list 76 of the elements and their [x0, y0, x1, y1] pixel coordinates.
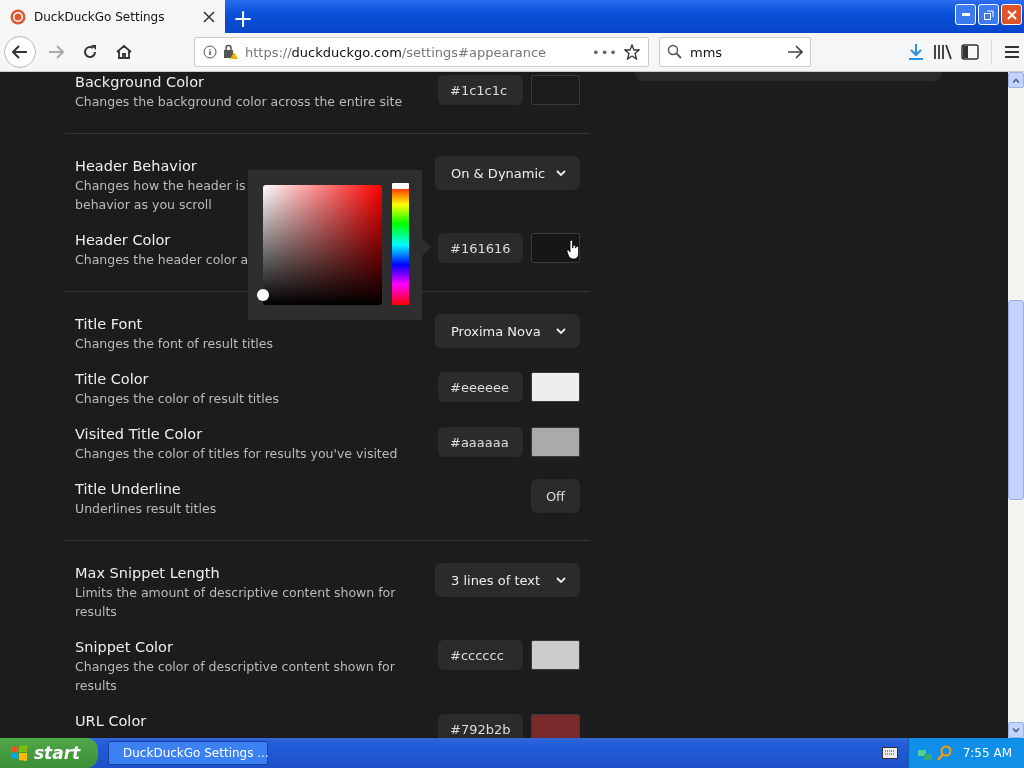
setting-title: Title Color — [75, 370, 150, 389]
download-icon[interactable] — [907, 43, 925, 61]
color-swatch[interactable] — [531, 640, 580, 670]
color-hex-field[interactable]: #161616 — [438, 233, 523, 263]
saturation-gradient[interactable] — [263, 185, 382, 305]
color-hex-field[interactable]: #792b2b — [438, 714, 523, 738]
chevron-down-icon — [556, 328, 566, 334]
minimize-icon — [961, 13, 970, 16]
search-icon — [667, 44, 682, 59]
sidebar-icon[interactable] — [961, 44, 979, 60]
page-actions-button[interactable]: ••• — [592, 44, 618, 60]
color-hex-field[interactable]: #1c1c1c — [438, 75, 523, 105]
color-swatch[interactable] — [531, 372, 580, 402]
lock-warning-icon[interactable] — [223, 44, 239, 60]
close-icon — [1006, 9, 1017, 20]
close-window-button[interactable] — [1001, 4, 1022, 25]
color-swatch[interactable] — [531, 75, 580, 105]
menu-icon[interactable] — [1004, 45, 1020, 59]
address-bar[interactable]: https://duckduckgo.com/settings#appearance ••• — [194, 37, 649, 67]
color-hex-field[interactable]: #cccccc — [438, 640, 523, 670]
setting-title: Header Behavior — [75, 157, 198, 176]
chevron-down-icon — [556, 170, 566, 176]
chevron-up-icon[interactable] — [1012, 77, 1020, 83]
library-icon[interactable] — [933, 44, 953, 60]
new-tab-button[interactable]: + — [229, 5, 257, 33]
setting-title: Max Snippet Length — [75, 564, 221, 583]
setting-description: Underlines result titles — [75, 500, 217, 518]
arrow-left-icon — [12, 45, 28, 59]
setting-description: Changes the font of result titles — [75, 335, 273, 353]
setting-title: URL Color — [75, 712, 147, 731]
windows-flag-icon — [10, 745, 28, 761]
setting-title: Background Color — [75, 73, 205, 92]
color-hex-field[interactable]: #aaaaaa — [438, 427, 523, 457]
setting-title: Header Color — [75, 231, 172, 250]
minimize-button[interactable] — [955, 4, 976, 25]
scrollbar[interactable] — [1008, 72, 1024, 738]
setting-title: Snippet Color — [75, 638, 174, 657]
setting-description: Changes the color of descriptive content shown for results — [75, 658, 395, 695]
clock: 7:55 AM — [962, 746, 1012, 760]
color-swatch[interactable] — [531, 714, 580, 738]
chevron-down-icon — [556, 577, 566, 583]
tab-title: DuckDuckGo Settings — [34, 9, 166, 24]
setting-description: Changes the color of titles for results you've visited — [75, 445, 398, 463]
setting-title: Visited Title Color — [75, 425, 204, 444]
info-icon[interactable] — [203, 45, 217, 59]
setting-title: Title Underline — [75, 480, 182, 499]
restore-icon — [983, 9, 994, 20]
back-button[interactable] — [4, 36, 36, 68]
dropdown[interactable]: Proxima Nova — [435, 314, 580, 348]
keyboard-icon[interactable] — [881, 746, 898, 759]
reload-icon — [82, 44, 98, 60]
browser-tab[interactable]: DuckDuckGo Settings — [0, 0, 225, 33]
setting-description: Changes the background color across the entire site — [75, 93, 403, 111]
color-hex-field[interactable]: #eeeeee — [438, 372, 523, 402]
scrollbar-thumb[interactable] — [1008, 300, 1024, 500]
setting-description: Changes the color of result titles — [75, 390, 279, 408]
color-handle[interactable] — [257, 289, 269, 301]
hue-handle[interactable] — [392, 183, 409, 189]
close-icon[interactable] — [203, 10, 215, 23]
url-text: https://duckduckgo.com/settings#appearance — [245, 44, 548, 60]
star-icon[interactable] — [624, 44, 640, 60]
setting-description: Limits the amount of descriptive content shown for results — [75, 584, 396, 621]
setting-description: Changes the header color a — [75, 251, 249, 269]
setting-title: Title Font — [75, 315, 144, 334]
chevron-down-icon[interactable] — [1012, 727, 1020, 733]
setting-description: Changes how the header is behavior as you scroll — [75, 177, 246, 214]
toggle-button[interactable]: Off — [531, 479, 580, 513]
dropdown[interactable]: 3 lines of text — [435, 563, 580, 597]
taskbar-window-button[interactable]: DuckDuckGo Settings ... — [108, 741, 268, 765]
arrow-right-icon[interactable] — [787, 45, 803, 59]
search-field[interactable]: mms — [659, 37, 811, 67]
arrow-right-icon — [48, 45, 64, 59]
restore-button[interactable] — [978, 4, 999, 25]
home-icon — [116, 44, 132, 60]
color-swatch[interactable] — [531, 427, 580, 457]
dropdown[interactable]: On & Dynamic — [435, 156, 580, 190]
